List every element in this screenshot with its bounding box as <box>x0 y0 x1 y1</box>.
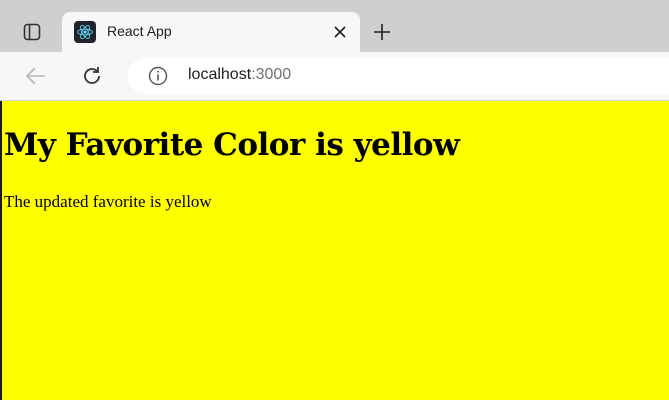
page-heading: My Favorite Color is yellow <box>4 127 460 163</box>
tab-close-button[interactable] <box>330 22 350 42</box>
browser-tab[interactable]: React App <box>62 12 360 52</box>
tab-actions-button[interactable] <box>18 20 46 44</box>
tab-title: React App <box>107 23 172 39</box>
new-tab-button[interactable] <box>368 18 396 46</box>
address-bar[interactable]: localhost:3000 <box>128 58 669 94</box>
back-button[interactable] <box>22 62 50 90</box>
plus-icon <box>374 24 390 40</box>
back-arrow-icon <box>25 67 45 85</box>
tab-actions-icon <box>23 23 41 41</box>
react-logo-icon <box>74 21 96 43</box>
close-icon <box>334 26 346 38</box>
url-text[interactable]: localhost:3000 <box>188 66 291 84</box>
reload-icon <box>84 67 100 84</box>
url-port: :3000 <box>251 66 292 83</box>
favorite-text: The updated favorite is yellow <box>4 192 212 211</box>
page-content: My Favorite Color is yellow The updated … <box>0 101 669 400</box>
browser-toolbar: localhost:3000 <box>0 52 669 101</box>
reload-button[interactable] <box>78 62 106 90</box>
info-icon <box>148 66 168 86</box>
url-host: localhost <box>188 66 252 83</box>
site-info-button[interactable] <box>148 66 168 86</box>
tab-strip: React App <box>0 0 669 52</box>
